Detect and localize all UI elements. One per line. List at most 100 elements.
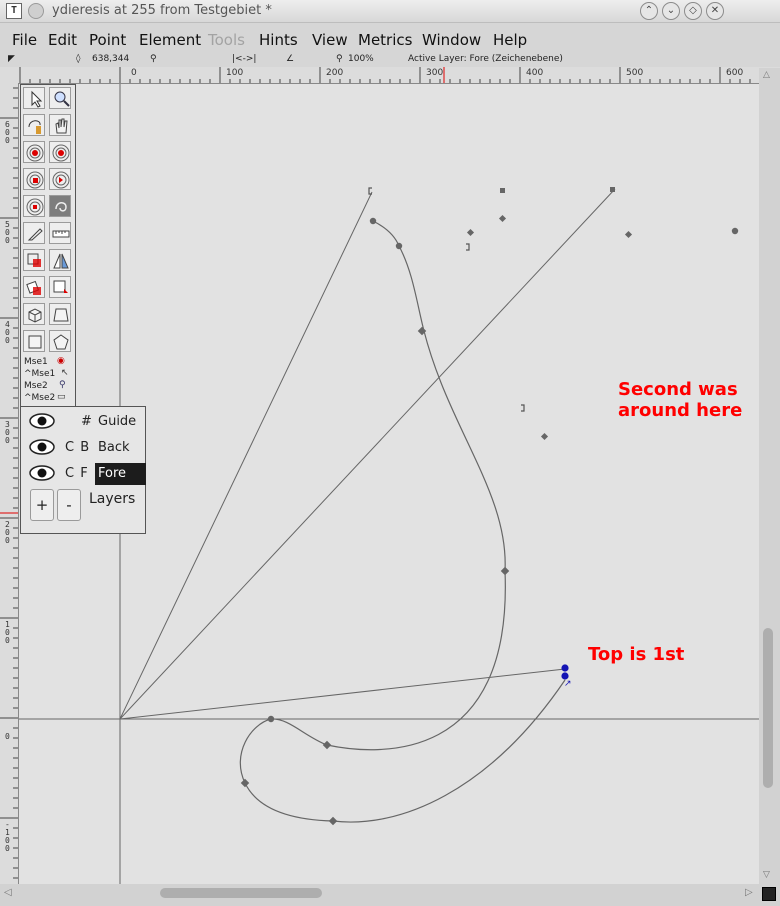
tangent-point-tool[interactable]	[49, 168, 71, 190]
menu-metrics[interactable]: Metrics	[358, 31, 412, 49]
layer-flags: C B	[65, 440, 91, 455]
h-ruler-label: 600	[726, 68, 744, 78]
flip-tool[interactable]	[49, 249, 71, 271]
perspective-tool[interactable]	[49, 303, 71, 325]
tangent-point	[240, 778, 250, 788]
3d-rotate-tool[interactable]	[23, 303, 45, 325]
knife-tool[interactable]	[23, 222, 45, 244]
curve-point	[395, 242, 403, 250]
vertical-ruler: 600 500 400 300 200 100 0 -100	[0, 83, 19, 893]
point-delta-icon: ⚲	[150, 54, 157, 64]
scroll-up-icon[interactable]: △	[763, 70, 770, 80]
ruler-mini-icon: ▭	[57, 392, 66, 402]
eye-icon[interactable]	[29, 438, 55, 456]
horizontal-scroll-thumb[interactable]	[160, 888, 322, 898]
shade-down-icon[interactable]: ⌄	[662, 2, 680, 20]
hand-tool[interactable]	[49, 114, 71, 136]
polygon-tool[interactable]	[49, 330, 71, 352]
tangent-point	[624, 230, 633, 239]
curve-point-tool[interactable]	[23, 141, 45, 163]
menu-element[interactable]: Element	[139, 31, 201, 49]
menu-file[interactable]: File	[12, 31, 37, 49]
mouse-button-1-ctrl-label: ^Mse1	[24, 369, 56, 379]
v-ruler-label: 500	[5, 220, 10, 245]
pointer-tool[interactable]	[23, 87, 45, 109]
tools-palette: Mse1 ^Mse1 Mse2 ^Mse2 ◉ ↖ ⚲ ▭	[20, 84, 76, 408]
v-ruler-label: 300	[5, 420, 10, 445]
menu-edit[interactable]: Edit	[48, 31, 77, 49]
selected-point	[561, 664, 569, 672]
layer-flags: #	[81, 414, 93, 429]
h-ruler-label: 300	[426, 68, 444, 78]
angle-icon: ∠	[286, 54, 295, 64]
ruler-tool[interactable]	[49, 222, 71, 244]
v-ruler-label: 0	[5, 732, 10, 741]
scroll-down-icon[interactable]: ▽	[763, 870, 770, 880]
zoom-level: 100%	[348, 54, 374, 64]
rectangle-tool[interactable]	[23, 330, 45, 352]
scroll-left-icon[interactable]: ◁	[4, 887, 12, 898]
v-ruler-label: -100	[5, 820, 10, 853]
hv-curve-point-tool[interactable]	[49, 141, 71, 163]
menu-bar: File Edit Point Element Tools Hints View…	[0, 23, 780, 53]
menu-tools[interactable]: Tools	[208, 31, 245, 49]
active-layer: Active Layer: Fore (Zeichenebene)	[408, 54, 563, 64]
menu-help[interactable]: Help	[493, 31, 527, 49]
remove-layer-button[interactable]: -	[57, 489, 81, 521]
v-ruler-label: 100	[5, 620, 10, 645]
scroll-right-icon[interactable]: ▷	[745, 887, 753, 898]
h-ruler-label: 200	[326, 68, 344, 78]
layer-row-guide[interactable]: # Guide	[21, 409, 145, 433]
freehand-tool[interactable]	[23, 114, 45, 136]
tangent-point	[500, 566, 510, 576]
corner-point-tool[interactable]	[23, 168, 45, 190]
maximize-icon[interactable]: ◇	[684, 2, 702, 20]
fontforge-glyph-window: T ydieresis at 255 from Testgebiet * ⌃ ⌄…	[0, 0, 780, 906]
horizontal-ruler: 0 100 200 300 400 500 600	[0, 67, 780, 84]
window-menu-button[interactable]	[28, 3, 44, 19]
layer-row-back[interactable]: C B Back	[21, 435, 145, 459]
curve-point	[731, 227, 739, 235]
menu-window[interactable]: Window	[422, 31, 481, 49]
start-marker	[521, 404, 525, 412]
annotation-second: Second was around here	[618, 379, 743, 421]
menu-view[interactable]: View	[312, 31, 348, 49]
vertical-scrollbar[interactable]: △ ▽	[759, 68, 780, 884]
annotation-first: Top is 1st	[588, 644, 685, 665]
layer-name[interactable]: Fore	[95, 463, 146, 485]
spiro-tool[interactable]	[49, 195, 71, 217]
curve-point	[267, 715, 275, 723]
close-icon[interactable]: ✕	[706, 2, 724, 20]
scale-tool[interactable]	[23, 249, 45, 271]
eye-icon[interactable]	[29, 412, 55, 430]
rotate-tool[interactable]	[23, 276, 45, 298]
glyph-outline	[239, 220, 566, 823]
layer-name[interactable]: Back	[95, 437, 133, 459]
magnify-tool[interactable]	[49, 87, 71, 109]
mouse-button-1-label: Mse1	[24, 357, 48, 367]
horizontal-scrollbar[interactable]: ◁ ▷	[0, 884, 780, 906]
guide-line-2	[119, 188, 616, 720]
h-ruler-label: 100	[226, 68, 244, 78]
skew-tool[interactable]	[49, 276, 71, 298]
layer-row-fore[interactable]: C F Fore	[21, 461, 146, 485]
menu-point[interactable]: Point	[89, 31, 126, 49]
menu-hints[interactable]: Hints	[259, 31, 298, 49]
layers-label: Layers	[89, 491, 136, 507]
pen-tool[interactable]	[23, 195, 45, 217]
app-icon[interactable]: T	[6, 3, 22, 19]
shade-up-icon[interactable]: ⌃	[640, 2, 658, 20]
add-layer-button[interactable]: +	[30, 489, 54, 521]
eye-icon[interactable]	[29, 464, 55, 482]
tangent-point	[498, 214, 507, 223]
v-ruler-label: 200	[5, 520, 10, 545]
point-direction-marker: ↗	[564, 679, 572, 689]
corner-point	[500, 188, 505, 193]
v-ruler-label: 400	[5, 320, 10, 345]
corner-resize-icon[interactable]	[762, 887, 776, 901]
vertical-scroll-thumb[interactable]	[763, 628, 773, 788]
zoom-icon: ⚲	[336, 54, 343, 64]
h-ruler-label: 500	[626, 68, 644, 78]
layer-name[interactable]: Guide	[95, 411, 139, 433]
cursor-position-icon: ◊	[76, 54, 81, 64]
